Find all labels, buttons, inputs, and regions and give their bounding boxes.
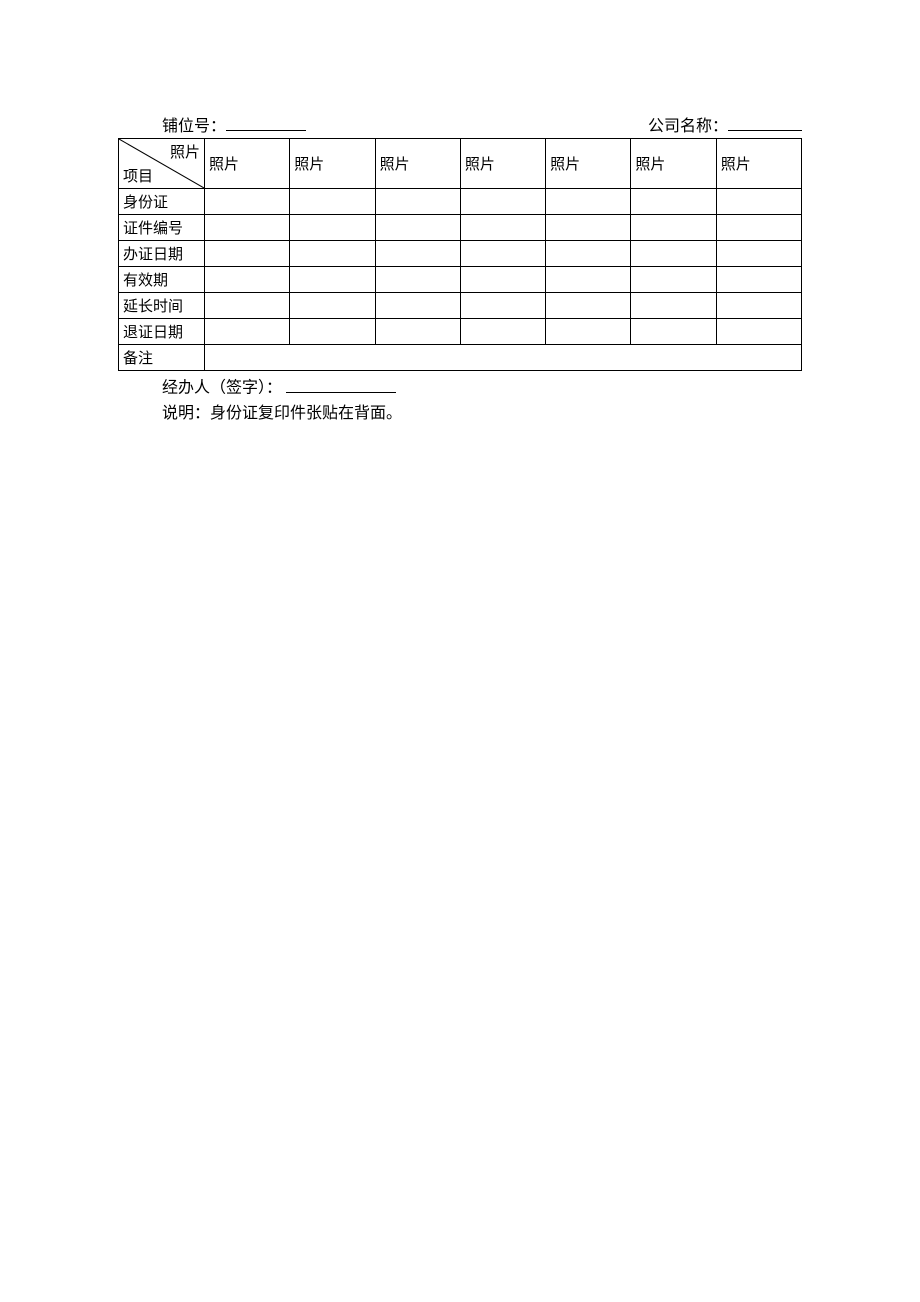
table-cell[interactable] bbox=[375, 215, 460, 241]
table-cell[interactable] bbox=[205, 215, 290, 241]
table-cell[interactable] bbox=[205, 267, 290, 293]
table-cell[interactable] bbox=[205, 189, 290, 215]
row-label: 延长时间 bbox=[119, 293, 205, 319]
table-row: 身份证 bbox=[119, 189, 802, 215]
table-cell[interactable] bbox=[631, 215, 716, 241]
form-header: 铺位号： 公司名称： bbox=[118, 112, 802, 136]
table-cell[interactable] bbox=[546, 293, 631, 319]
company-label: 公司名称： bbox=[648, 112, 728, 136]
form-table: 照片 项目 照片 照片 照片 照片 照片 照片 照片 身份证 证件编号 办证日期 bbox=[118, 138, 802, 371]
col-header: 照片 bbox=[546, 139, 631, 189]
table-row: 退证日期 bbox=[119, 319, 802, 345]
table-cell[interactable] bbox=[290, 215, 375, 241]
row-label: 身份证 bbox=[119, 189, 205, 215]
table-row: 延长时间 bbox=[119, 293, 802, 319]
table-row: 办证日期 bbox=[119, 241, 802, 267]
booth-label: 铺位号： bbox=[162, 112, 226, 136]
col-header: 照片 bbox=[460, 139, 545, 189]
table-cell[interactable] bbox=[460, 241, 545, 267]
table-cell[interactable] bbox=[290, 319, 375, 345]
signer-line: 经办人（签字）： bbox=[162, 375, 920, 401]
table-row: 有效期 bbox=[119, 267, 802, 293]
table-cell[interactable] bbox=[546, 241, 631, 267]
table-cell[interactable] bbox=[205, 319, 290, 345]
col-header: 照片 bbox=[631, 139, 716, 189]
signer-input-line[interactable] bbox=[286, 375, 396, 393]
signer-label: 经办人（签字）： bbox=[162, 380, 282, 397]
col-header: 照片 bbox=[716, 139, 801, 189]
table-cell[interactable] bbox=[716, 241, 801, 267]
booth-field: 铺位号： bbox=[162, 112, 306, 136]
table-cell[interactable] bbox=[716, 189, 801, 215]
col-header: 照片 bbox=[290, 139, 375, 189]
col-header: 照片 bbox=[205, 139, 290, 189]
footer-note: 说明：身份证复印件张贴在背面。 bbox=[162, 401, 920, 427]
table-cell[interactable] bbox=[460, 189, 545, 215]
table-cell[interactable] bbox=[716, 319, 801, 345]
diagonal-header-cell: 照片 项目 bbox=[119, 139, 205, 189]
table-cell[interactable] bbox=[716, 293, 801, 319]
row-label: 证件编号 bbox=[119, 215, 205, 241]
table-cell[interactable] bbox=[546, 189, 631, 215]
table-cell[interactable] bbox=[631, 267, 716, 293]
remark-cell[interactable] bbox=[205, 345, 802, 371]
table-cell[interactable] bbox=[631, 293, 716, 319]
table-cell[interactable] bbox=[205, 241, 290, 267]
table-cell[interactable] bbox=[460, 319, 545, 345]
table-cell[interactable] bbox=[375, 189, 460, 215]
company-input-line[interactable] bbox=[728, 113, 802, 131]
diag-top-label: 照片 bbox=[170, 141, 200, 162]
table-cell[interactable] bbox=[290, 267, 375, 293]
booth-input-line[interactable] bbox=[226, 113, 306, 131]
table-header-row: 照片 项目 照片 照片 照片 照片 照片 照片 照片 bbox=[119, 139, 802, 189]
table-cell[interactable] bbox=[460, 215, 545, 241]
table-cell[interactable] bbox=[290, 189, 375, 215]
table-cell[interactable] bbox=[631, 319, 716, 345]
table-cell[interactable] bbox=[290, 241, 375, 267]
table-cell[interactable] bbox=[375, 267, 460, 293]
diag-bottom-label: 项目 bbox=[123, 165, 153, 186]
table-cell[interactable] bbox=[375, 241, 460, 267]
company-field: 公司名称： bbox=[648, 112, 802, 136]
table-cell[interactable] bbox=[460, 293, 545, 319]
table-cell[interactable] bbox=[716, 215, 801, 241]
table-cell[interactable] bbox=[375, 319, 460, 345]
table-cell[interactable] bbox=[546, 319, 631, 345]
row-label: 有效期 bbox=[119, 267, 205, 293]
row-label: 办证日期 bbox=[119, 241, 205, 267]
table-cell[interactable] bbox=[546, 267, 631, 293]
table-cell[interactable] bbox=[375, 293, 460, 319]
col-header: 照片 bbox=[375, 139, 460, 189]
table-cell[interactable] bbox=[290, 293, 375, 319]
table-cell[interactable] bbox=[460, 267, 545, 293]
remark-row: 备注 bbox=[119, 345, 802, 371]
row-label: 退证日期 bbox=[119, 319, 205, 345]
remark-label: 备注 bbox=[119, 345, 205, 371]
table-cell[interactable] bbox=[631, 189, 716, 215]
table-cell[interactable] bbox=[546, 215, 631, 241]
table-cell[interactable] bbox=[716, 267, 801, 293]
table-row: 证件编号 bbox=[119, 215, 802, 241]
form-footer: 经办人（签字）： 说明：身份证复印件张贴在背面。 bbox=[162, 375, 920, 427]
table-cell[interactable] bbox=[205, 293, 290, 319]
table-cell[interactable] bbox=[631, 241, 716, 267]
